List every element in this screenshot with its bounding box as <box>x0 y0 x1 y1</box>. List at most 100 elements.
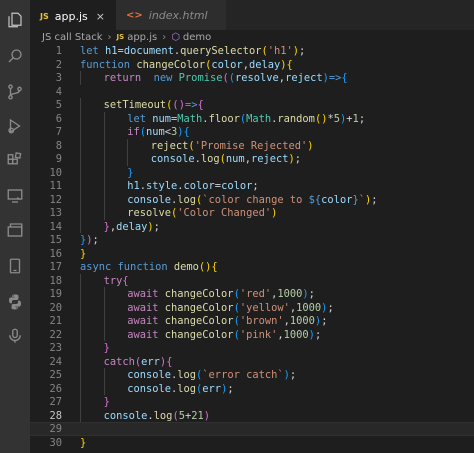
code-line[interactable]: 11 h1.style.color=color; <box>30 179 474 193</box>
line-number: 13 <box>49 207 62 219</box>
line-code: await changeColor('yellow',1000); <box>127 301 334 315</box>
device-icon[interactable] <box>5 256 25 276</box>
line-number: 6 <box>55 112 62 125</box>
line-number: 3 <box>55 72 62 84</box>
code-token: ; <box>252 180 259 192</box>
indent-guide <box>103 327 105 341</box>
code-line[interactable]: 8 reject('Promise Rejected') <box>30 138 474 153</box>
code-line[interactable]: 16} <box>30 247 474 261</box>
code-token: setTimeout <box>103 99 167 111</box>
search-icon[interactable] <box>5 46 25 66</box>
python-icon[interactable] <box>5 292 25 312</box>
extensions-icon[interactable] <box>5 150 25 170</box>
code-line[interactable]: 14},delay); <box>30 219 474 234</box>
tab-index-html[interactable]: <> index.html <box>116 0 226 30</box>
breadcrumb-folder[interactable]: JS call Stack <box>42 32 103 43</box>
files-icon[interactable] <box>5 10 25 30</box>
code-token: log <box>177 382 197 395</box>
code-token: demo <box>173 261 199 273</box>
remote-explorer-icon[interactable] <box>5 186 25 206</box>
breadcrumb-symbol[interactable]: demo <box>183 32 211 43</box>
code-token: resolve <box>235 72 279 84</box>
code-line[interactable]: 22 await changeColor('pink',1000); <box>30 327 474 342</box>
code-line[interactable]: 26 console.log(err); <box>30 381 474 396</box>
code-line[interactable]: 28 console.log(5+21) <box>30 408 474 423</box>
code-line[interactable]: 24 catch(err){ <box>30 354 474 369</box>
code-line[interactable]: 9 console.log(num,reject); <box>30 152 474 166</box>
code-line[interactable]: 30} <box>30 436 474 450</box>
code-token: delay <box>248 58 281 71</box>
code-token: num <box>145 126 165 138</box>
indent-guide <box>103 152 105 166</box>
code-token: document <box>123 45 174 57</box>
indent-guide <box>80 206 81 220</box>
code-token: ; <box>289 369 297 381</box>
code-line[interactable]: 18 try{ <box>30 273 474 288</box>
code-token: ; <box>308 288 315 300</box>
code-token: 'red' <box>239 288 272 300</box>
code-line[interactable]: 29 <box>30 422 474 436</box>
line-code: } <box>80 436 86 450</box>
code-line[interactable]: 7 if(num<3){ <box>30 125 474 139</box>
code-line[interactable]: 19 await changeColor('red',1000); <box>30 287 474 301</box>
code-line[interactable]: 3 return new Promise((resolve,reject)=>{ <box>30 71 474 85</box>
line-number: 7 <box>55 126 62 138</box>
code-line[interactable]: 4 <box>30 85 474 99</box>
run-debug-icon[interactable] <box>5 116 25 136</box>
code-token: ; <box>314 328 322 341</box>
code-token: changeColor <box>164 315 234 327</box>
vscode-window: JS app.js × <> index.html JS call Stack … <box>0 0 474 453</box>
indent-guide <box>103 125 105 139</box>
code-line[interactable]: 21 await changeColor('brown',1000); <box>30 314 474 328</box>
code-line[interactable]: 13 resolve('Color Changed') <box>30 206 474 220</box>
indent-guide <box>127 138 129 152</box>
code-line[interactable]: 6 let num=Math.floor(Math.random()*5)+1; <box>30 111 474 126</box>
javascript-file-icon: JS <box>116 33 125 41</box>
indent-guide <box>80 327 81 341</box>
line-number: 30 <box>49 436 62 449</box>
line-code: try{ <box>104 274 129 288</box>
code-token: { <box>286 58 293 71</box>
chevron-right-icon: › <box>107 31 112 43</box>
code-line[interactable]: 17 async function demo(){ <box>30 260 474 274</box>
symbol-method-icon: ⬡ <box>171 31 180 43</box>
code-line[interactable]: 2 function changeColor(color,delay){ <box>30 58 474 72</box>
activity-bar <box>0 0 30 453</box>
indent-guide <box>103 300 105 314</box>
code-line[interactable]: 27} <box>30 395 474 409</box>
docker-icon[interactable] <box>5 220 25 240</box>
code-line[interactable]: 10} <box>30 165 474 180</box>
code-token: return <box>103 72 154 84</box>
code-line[interactable]: 20 await changeColor('yellow',1000); <box>30 300 474 315</box>
code-token: color <box>221 180 253 192</box>
code-line[interactable]: 23} <box>30 341 474 355</box>
source-control-icon[interactable] <box>5 82 25 102</box>
breadcrumb-file[interactable]: app.js <box>127 32 157 43</box>
indent-guide <box>80 395 81 409</box>
line-code: let num=Math.floor(Math.random()*5)+1; <box>127 112 365 126</box>
microphone-icon[interactable] <box>5 326 25 346</box>
line-code: } <box>80 247 86 261</box>
code-line[interactable]: 1 let h1=document.querySelector('h1'); <box>30 44 474 58</box>
code-line[interactable]: 25 console.log(`error catch`); <box>30 368 474 382</box>
tab-app-js[interactable]: JS app.js × <box>30 0 116 31</box>
line-code: console.log(5+21) <box>104 409 210 423</box>
code-token: Math <box>246 112 272 125</box>
code-token: ; <box>92 234 99 246</box>
close-icon[interactable]: × <box>96 10 105 23</box>
code-token: changeColor <box>164 328 234 341</box>
code-editor[interactable]: 1 let h1=document.querySelector('h1'); 2 fu… <box>30 44 474 453</box>
tab-label: app.js <box>54 9 88 23</box>
code-token: ) <box>307 139 314 152</box>
html-file-icon: <> <box>126 9 143 21</box>
code-token: } <box>103 342 110 354</box>
line-number: 8 <box>55 139 62 152</box>
code-line[interactable]: 15}); <box>30 233 474 247</box>
code-line[interactable]: 5 setTimeout(()=>{ <box>30 98 474 112</box>
code-line[interactable]: 12 console.log(`color change to ${color}`… <box>30 192 474 207</box>
line-code: },delay); <box>104 220 160 234</box>
line-number: 22 <box>49 328 62 341</box>
code-token: try <box>103 274 123 287</box>
indent-guide <box>80 165 81 179</box>
code-token: color <box>321 193 353 206</box>
